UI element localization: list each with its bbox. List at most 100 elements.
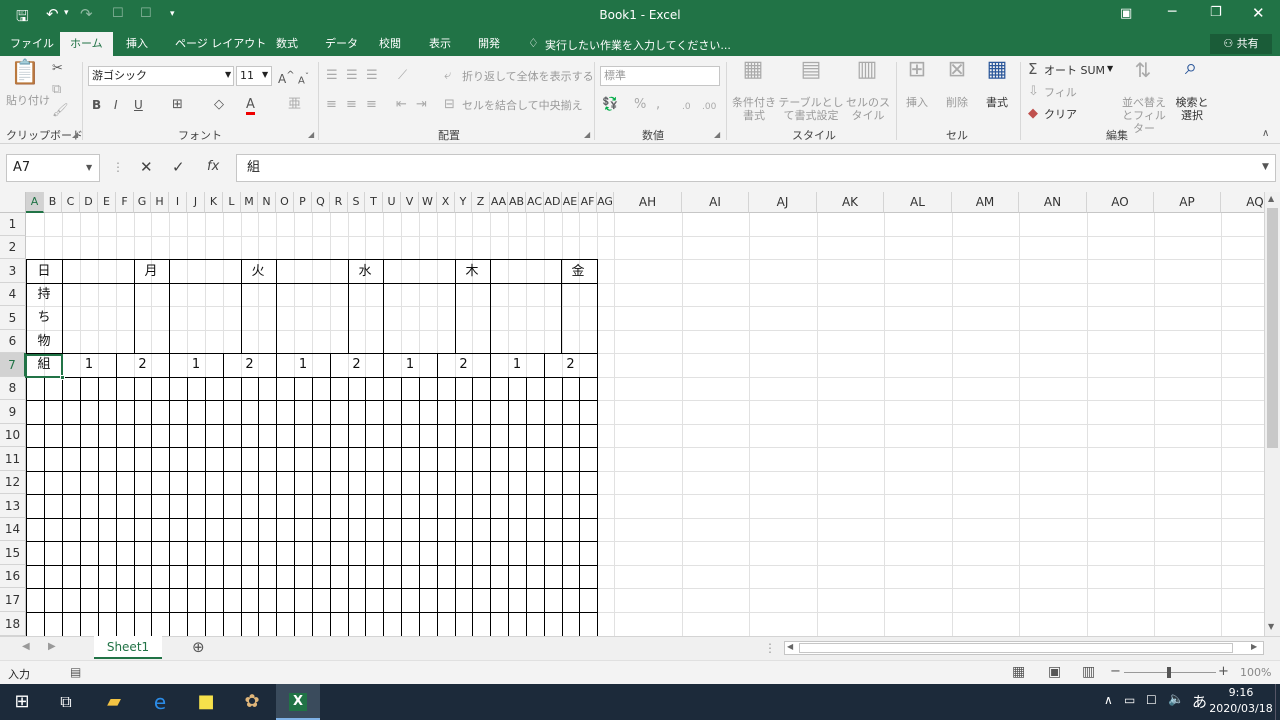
close-icon[interactable]: ✕ — [1252, 4, 1265, 22]
column-header-m[interactable]: M — [241, 192, 258, 213]
column-header-z[interactable]: Z — [472, 192, 490, 213]
column-header-n[interactable]: N — [258, 192, 276, 213]
alignment-launcher-icon[interactable]: ◢ — [584, 130, 590, 139]
cell-x7[interactable]: 2 — [437, 354, 490, 376]
insert-function-icon[interactable]: fx — [207, 159, 219, 174]
align-top-icon[interactable]: ☰ — [326, 68, 338, 84]
undo-icon[interactable]: ↶ — [46, 5, 59, 23]
column-header-ao[interactable]: AO — [1087, 192, 1154, 213]
page-break-view-icon[interactable]: ▥ — [1082, 664, 1095, 680]
tab-file[interactable]: ファイル — [0, 32, 64, 56]
column-header-an[interactable]: AN — [1019, 192, 1087, 213]
merge-center-button[interactable]: セルを結合して中央揃え — [462, 99, 583, 112]
cell-a3[interactable]: 日 — [26, 261, 62, 283]
confirm-entry-icon[interactable]: ✓ — [172, 158, 185, 176]
align-center-icon[interactable]: ≡ — [346, 97, 357, 113]
row-header-9[interactable]: 9 — [0, 400, 26, 424]
font-launcher-icon[interactable]: ◢ — [308, 130, 314, 139]
share-button[interactable]: ⚇ 共有 — [1210, 34, 1272, 54]
scroll-right-icon[interactable]: ▶ — [1251, 642, 1257, 651]
tab-review[interactable]: 校閲 — [369, 32, 411, 56]
row-header-13[interactable]: 13 — [0, 494, 26, 518]
column-header-u[interactable]: U — [383, 192, 401, 213]
column-header-ac[interactable]: AC — [526, 192, 544, 213]
format-painter-icon[interactable]: 🖌 — [52, 103, 69, 119]
fill-button[interactable]: フィル — [1044, 86, 1077, 99]
tray-chevron-icon[interactable]: ∧ — [1104, 693, 1113, 707]
copy-icon[interactable]: ⧉ — [52, 82, 61, 98]
cell-styles-button[interactable]: セルのスタイル — [846, 96, 890, 122]
column-header-ab[interactable]: AB — [508, 192, 526, 213]
column-header-al[interactable]: AL — [884, 192, 952, 213]
phonetic-icon[interactable]: 亜 — [288, 97, 301, 113]
number-format-combo[interactable]: 標準 — [600, 66, 720, 86]
paint-icon[interactable]: ✿ — [230, 684, 274, 720]
cell-a6[interactable]: 物 — [26, 331, 62, 353]
undo-dropdown-icon[interactable]: ▾ — [64, 8, 69, 18]
touch-mode-icon[interactable]: ☐ — [112, 6, 124, 21]
column-header-ag[interactable]: AG — [597, 192, 614, 213]
column-header-y[interactable]: Y — [455, 192, 472, 213]
cell-c7[interactable]: 1 — [62, 354, 116, 376]
column-header-aa[interactable]: AA — [490, 192, 508, 213]
collapse-ribbon-icon[interactable]: ∧ — [1262, 128, 1269, 139]
grow-font-icon[interactable]: A^ — [278, 68, 295, 87]
column-header-ai[interactable]: AI — [682, 192, 749, 213]
row-header-16[interactable]: 16 — [0, 565, 26, 588]
tab-developer[interactable]: 開発 — [468, 32, 510, 56]
column-header-v[interactable]: V — [401, 192, 419, 213]
scroll-left-icon[interactable]: ◀ — [787, 642, 793, 651]
cell-a5[interactable]: ち — [26, 307, 62, 329]
column-header-s[interactable]: S — [348, 192, 365, 213]
column-header-am[interactable]: AM — [952, 192, 1019, 213]
number-launcher-icon[interactable]: ◢ — [714, 130, 720, 139]
decrease-decimal-icon[interactable]: .00 — [702, 99, 716, 115]
column-header-ad[interactable]: AD — [544, 192, 562, 213]
tab-page-layout[interactable]: ページ レイアウト — [165, 32, 276, 56]
borders-icon[interactable]: ⊞ — [172, 97, 183, 113]
format-cells-button[interactable]: 書式 — [986, 96, 1008, 109]
restore-icon[interactable]: ❐ — [1210, 5, 1222, 20]
add-sheet-icon[interactable]: ⊕ — [192, 638, 205, 656]
underline-icon[interactable]: U — [134, 97, 143, 113]
align-right-icon[interactable]: ≡ — [366, 97, 377, 113]
zoom-in-icon[interactable]: + — [1218, 664, 1229, 679]
align-left-icon[interactable]: ≡ — [326, 97, 337, 113]
minimize-icon[interactable]: ─ — [1168, 4, 1176, 20]
row-header-1[interactable]: 1 — [0, 213, 26, 236]
decrease-indent-icon[interactable]: ⇤ — [396, 97, 407, 113]
column-header-j[interactable]: J — [187, 192, 205, 213]
zoom-level[interactable]: 100% — [1240, 666, 1271, 679]
cell-ad7[interactable]: 2 — [544, 354, 597, 376]
volume-icon[interactable]: 🔈 — [1168, 692, 1184, 707]
worksheet-grid[interactable]: A B C D E F G H I J K L M N O P Q R S T U V W X Y Z AA AB AC AD AE AF AG… — [0, 192, 1264, 636]
cell-i7[interactable]: 1 — [169, 354, 223, 376]
hscroll-thumb[interactable] — [799, 643, 1233, 653]
percent-icon[interactable]: % — [634, 97, 646, 113]
tab-insert[interactable]: 挿入 — [116, 32, 158, 56]
row-header-12[interactable]: 12 — [0, 471, 26, 494]
column-header-ae[interactable]: AE — [562, 192, 579, 213]
cell-s3[interactable]: 水 — [348, 261, 382, 283]
zoom-out-icon[interactable]: − — [1110, 664, 1121, 679]
format-as-table-button[interactable]: テーブルとして書式設定 — [778, 96, 844, 122]
cell-f7[interactable]: 2 — [116, 354, 169, 376]
conditional-format-button[interactable]: 条件付き書式 — [732, 96, 776, 122]
paste-icon[interactable]: 📋 — [10, 60, 40, 94]
scroll-down-icon[interactable]: ▼ — [1268, 622, 1274, 631]
clock-time[interactable]: 9:16 — [1216, 686, 1266, 699]
column-header-r[interactable]: R — [330, 192, 348, 213]
column-header-ak[interactable]: AK — [817, 192, 884, 213]
cell-y3[interactable]: 木 — [455, 261, 489, 283]
column-header-af[interactable]: AF — [579, 192, 597, 213]
tab-formulas[interactable]: 数式 — [266, 32, 308, 56]
fill-handle[interactable] — [60, 375, 65, 380]
clear-button[interactable]: クリア — [1044, 108, 1077, 121]
paste-button[interactable]: 貼り付け — [6, 94, 50, 107]
sheet-prev-icon[interactable]: ◀ — [22, 641, 30, 652]
clipboard-launcher-icon[interactable]: ◢ — [72, 130, 78, 139]
sticky-notes-icon[interactable]: ■ — [184, 684, 228, 720]
column-header-ah[interactable]: AH — [614, 192, 682, 213]
ime-indicator[interactable]: あ — [1192, 691, 1207, 712]
increase-indent-icon[interactable]: ⇥ — [416, 97, 427, 113]
